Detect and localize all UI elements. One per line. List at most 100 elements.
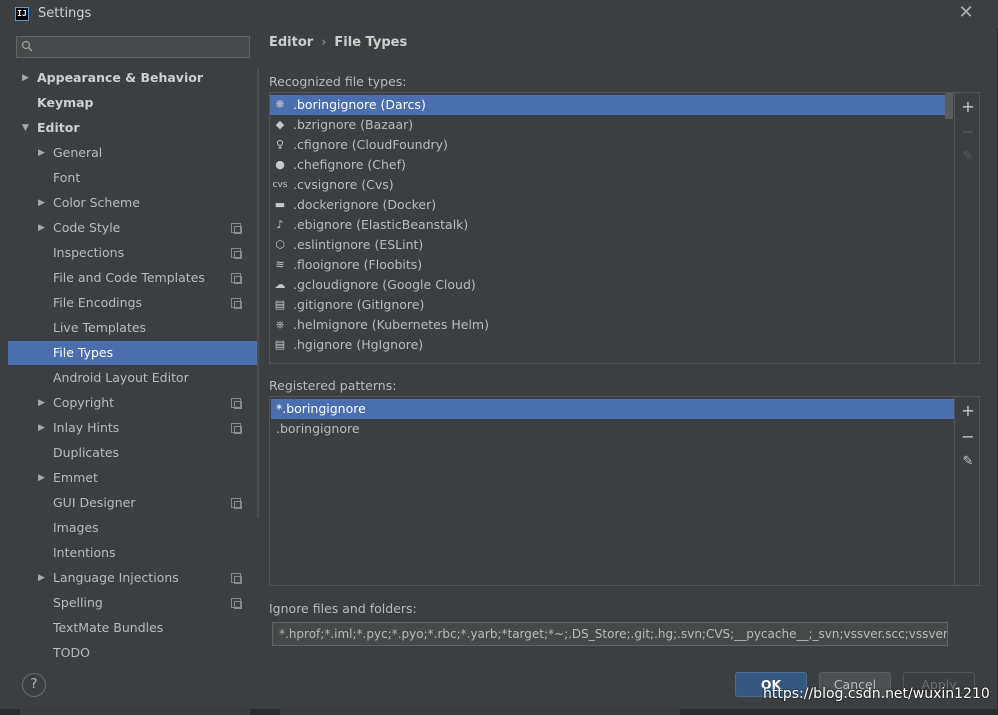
file-type-row[interactable]: ❋ .boringignore (Darcs): [270, 95, 945, 115]
settings-dialog: IJ Settings ✕ ▶ Appearance & Behavior Keym…: [0, 0, 998, 709]
file-type-row[interactable]: cvs .cvsignore (Cvs): [270, 175, 945, 195]
search-input[interactable]: [16, 36, 250, 58]
google-cloud-icon: ☁: [274, 278, 286, 291]
expand-right-icon[interactable]: ▶: [38, 391, 45, 415]
sidebar-item[interactable]: ▶ Emmet: [8, 466, 257, 490]
file-type-label: .gcloudignore (Google Cloud): [293, 277, 476, 292]
expand-right-icon[interactable]: ▶: [38, 141, 45, 165]
sidebar-item[interactable]: File Types: [8, 341, 257, 365]
sidebar-item[interactable]: Keymap: [8, 91, 257, 115]
sidebar-item[interactable]: Intentions: [8, 541, 257, 565]
file-type-label: .hgignore (HgIgnore): [293, 337, 424, 352]
sidebar-item[interactable]: ▶ Copyright: [8, 391, 257, 415]
sidebar-item[interactable]: Live Templates: [8, 316, 257, 340]
sidebar-item-label: Color Scheme: [53, 195, 140, 210]
sidebar-item[interactable]: File Encodings: [8, 291, 257, 315]
sidebar-item[interactable]: ▶ Language Injections: [8, 566, 257, 590]
expand-right-icon[interactable]: ▶: [38, 566, 45, 590]
remove-file-type-button[interactable]: −: [960, 124, 976, 140]
file-type-row[interactable]: ● .chefignore (Chef): [270, 155, 945, 175]
file-type-label: .cvsignore (Cvs): [293, 177, 394, 192]
pattern-label: *.boringignore: [276, 401, 366, 416]
breadcrumb: Editor › File Types: [269, 35, 407, 50]
pattern-row[interactable]: *.boringignore: [271, 399, 954, 419]
file-type-row[interactable]: ⬡ .eslintignore (ESLint): [270, 235, 945, 255]
docker-icon: ▬: [274, 198, 286, 211]
sidebar-item[interactable]: TODO: [8, 641, 257, 660]
file-type-row[interactable]: ≋ .flooignore (Floobits): [270, 255, 945, 275]
file-type-row[interactable]: ⎈ .helmignore (Kubernetes Helm): [270, 315, 945, 335]
elasticbeanstalk-icon: ♪: [276, 218, 284, 231]
remove-pattern-button[interactable]: −: [960, 429, 976, 445]
hgignore-icon: ▤: [274, 338, 286, 351]
ignore-files-input[interactable]: *.hprof;*.iml;*.pyc;*.pyo;*.rbc;*.yarb;*…: [272, 622, 948, 646]
sidebar-item-label: Live Templates: [53, 320, 147, 335]
file-type-label: .ebignore (ElasticBeanstalk): [293, 217, 469, 232]
sidebar-item[interactable]: File and Code Templates: [8, 266, 257, 290]
eslint-icon: ⬡: [275, 238, 285, 251]
sidebar-item[interactable]: ▶ Appearance & Behavior: [8, 66, 257, 90]
sidebar-item[interactable]: ▶ Color Scheme: [8, 191, 257, 215]
watermark: https://blog.csdn.net/wuxin1210: [763, 686, 990, 702]
add-pattern-button[interactable]: +: [960, 403, 976, 419]
sidebar-item[interactable]: ▶ Inlay Hints: [8, 416, 257, 440]
sidebar-item[interactable]: ▼ Editor: [8, 116, 257, 140]
sidebar-item-label: TextMate Bundles: [53, 620, 164, 635]
sidebar-item[interactable]: Inspections: [8, 241, 257, 265]
edit-pattern-button[interactable]: ✎: [960, 454, 976, 470]
sidebar-item[interactable]: Images: [8, 516, 257, 540]
sidebar-item-label: File and Code Templates: [53, 270, 205, 285]
sidebar-item-label: File Encodings: [53, 295, 143, 310]
sidebar-item-label: Android Layout Editor: [53, 370, 189, 385]
sidebar-item[interactable]: GUI Designer: [8, 491, 257, 515]
file-type-row[interactable]: ▤ .hgignore (HgIgnore): [270, 335, 945, 355]
file-type-row[interactable]: ♀ .cfignore (CloudFoundry): [270, 135, 945, 155]
project-scope-icon: [231, 273, 242, 284]
registered-patterns-list: *.boringignore .boringignore + − ✎: [269, 396, 980, 586]
help-button[interactable]: ?: [22, 673, 46, 697]
project-scope-icon: [231, 423, 242, 434]
sidebar-item[interactable]: Android Layout Editor: [8, 366, 257, 390]
darcs-icon: ❋: [275, 98, 285, 111]
sidebar-scrollbar[interactable]: [257, 68, 259, 518]
window-title: Settings: [38, 6, 92, 21]
sidebar-item-label: Intentions: [53, 545, 116, 560]
file-type-label: .cfignore (CloudFoundry): [293, 137, 448, 152]
sidebar-item[interactable]: Font: [8, 166, 257, 190]
sidebar-item[interactable]: ▶ General: [8, 141, 257, 165]
close-button[interactable]: ✕: [957, 4, 975, 22]
expand-right-icon[interactable]: ▶: [38, 466, 45, 490]
file-type-row[interactable]: ♪ .ebignore (ElasticBeanstalk): [270, 215, 945, 235]
project-scope-icon: [231, 498, 242, 509]
sidebar-item[interactable]: Spelling: [8, 591, 257, 615]
sidebar-item[interactable]: Duplicates: [8, 441, 257, 465]
bazaar-icon: ◆: [275, 118, 285, 131]
recognized-file-types-list: ❋ .boringignore (Darcs) ◆ .bzrignore (Bazaa…: [269, 92, 980, 364]
breadcrumb-separator: ›: [321, 35, 327, 50]
file-type-label: .bzrignore (Bazaar): [293, 117, 414, 132]
file-type-row[interactable]: ◆ .bzrignore (Bazaar): [270, 115, 945, 135]
edit-file-type-button[interactable]: ✎: [960, 149, 976, 165]
sidebar-item-label: Duplicates: [53, 445, 120, 460]
sidebar-item[interactable]: ▶ Code Style: [8, 216, 257, 240]
expand-right-icon[interactable]: ▶: [38, 191, 45, 215]
breadcrumb-parent[interactable]: Editor: [269, 35, 313, 50]
sidebar-item-label: GUI Designer: [53, 495, 136, 510]
file-type-row[interactable]: ▤ .gitignore (GitIgnore): [270, 295, 945, 315]
expand-right-icon[interactable]: ▶: [22, 66, 29, 90]
search-icon: [21, 40, 33, 52]
file-type-row[interactable]: ▬ .dockerignore (Docker): [270, 195, 945, 215]
helm-icon: ⎈: [275, 318, 285, 331]
ignore-files-label: Ignore files and folders:: [269, 601, 417, 616]
file-types-scrollbar[interactable]: [945, 93, 953, 119]
sidebar-item[interactable]: TextMate Bundles: [8, 616, 257, 640]
chef-icon: ●: [275, 158, 285, 171]
expand-right-icon[interactable]: ▶: [38, 216, 45, 240]
cvs-icon: cvs: [272, 180, 288, 190]
add-file-type-button[interactable]: +: [960, 99, 976, 115]
expand-down-icon[interactable]: ▼: [22, 116, 29, 140]
file-type-label: .dockerignore (Docker): [293, 197, 437, 212]
pattern-row[interactable]: .boringignore: [271, 419, 954, 439]
expand-right-icon[interactable]: ▶: [38, 416, 45, 440]
file-type-row[interactable]: ☁ .gcloudignore (Google Cloud): [270, 275, 945, 295]
